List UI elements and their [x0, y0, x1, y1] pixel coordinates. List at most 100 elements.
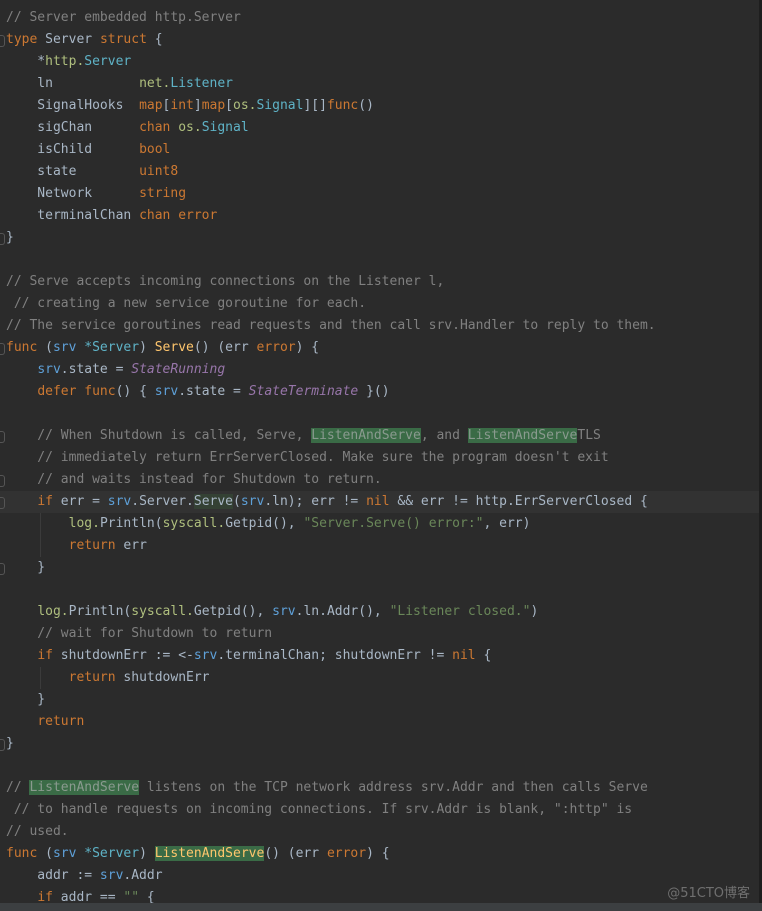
code-line[interactable]: func (srv *Server) Serve() (err error) { — [0, 337, 759, 359]
code-token: StateRunning — [131, 362, 226, 377]
code-line[interactable]: // to handle requests on incoming connec… — [0, 799, 759, 821]
code-line[interactable]: // used. — [0, 821, 759, 843]
code-line[interactable]: // Server embedded http.Server — [0, 7, 759, 29]
code-token: { — [139, 890, 155, 903]
fold-marker-icon[interactable] — [0, 35, 5, 47]
indent-guide — [40, 667, 41, 689]
code-token: err = — [52, 494, 108, 509]
code-token: shutdownErr := <- — [52, 648, 194, 663]
code-token: os. — [178, 120, 202, 135]
code-line[interactable]: isChild bool — [0, 139, 759, 161]
code-token: && err != http.ErrServerClosed { — [389, 494, 648, 509]
code-line[interactable]: if addr == "" { — [0, 887, 759, 903]
watermark: @51CTO博客 — [667, 886, 750, 901]
code-line[interactable]: func (srv *Server) ListenAndServe() (err… — [0, 843, 759, 865]
code-token: , err) — [483, 516, 531, 531]
code-line[interactable]: // Serve accepts incoming connections on… — [0, 271, 759, 293]
code-line[interactable]: type Server struct { — [0, 29, 759, 51]
code-line[interactable]: if err = srv.Server.Serve(srv.ln); err !… — [0, 491, 759, 513]
code-token: ][] — [303, 98, 327, 113]
code-line[interactable]: log.Println(syscall.Getpid(), "Server.Se… — [0, 513, 759, 535]
code-line[interactable]: // When Shutdown is called, Serve, Liste… — [0, 425, 759, 447]
code-token: isChild — [6, 142, 140, 157]
fold-marker-icon[interactable] — [0, 739, 5, 751]
code-token: net. — [139, 76, 171, 91]
fold-marker-icon[interactable] — [0, 431, 5, 443]
code-line[interactable]: sigChan chan os.Signal — [0, 117, 759, 139]
code-token: nil — [452, 648, 476, 663]
code-line[interactable]: terminalChan chan error — [0, 205, 759, 227]
code-token: srv — [52, 846, 77, 861]
code-token: type — [6, 32, 38, 47]
code-line[interactable]: defer func() { srv.state = StateTerminat… — [0, 381, 759, 403]
code-token: chan error — [139, 208, 218, 223]
code-line[interactable]: // wait for Shutdown to return — [0, 623, 759, 645]
code-token: // and waits instead for Shutdown to ret… — [6, 472, 382, 487]
fold-marker-icon[interactable] — [0, 233, 5, 245]
fold-marker-icon[interactable] — [0, 497, 5, 509]
code-token: .Addr — [123, 868, 163, 883]
code-token: srv — [52, 340, 77, 355]
code-token: syscall. — [131, 604, 194, 619]
code-token: Getpid(), — [193, 604, 273, 619]
code-token: ) — [139, 340, 155, 355]
code-token: chan — [139, 120, 171, 135]
code-token: .ln); err != — [264, 494, 367, 509]
code-line[interactable] — [0, 755, 759, 777]
fold-marker-icon[interactable] — [0, 343, 5, 355]
code-token: } — [6, 230, 14, 245]
code-line[interactable]: } — [0, 227, 759, 249]
code-token: ListenAndServe — [29, 780, 140, 795]
code-line[interactable]: return shutdownErr — [0, 667, 759, 689]
code-line[interactable]: // The service goroutines read requests … — [0, 315, 759, 337]
code-line[interactable]: srv.state = StateRunning — [0, 359, 759, 381]
code-token: map — [201, 98, 226, 113]
code-line[interactable]: } — [0, 557, 759, 579]
code-line[interactable] — [0, 249, 759, 271]
code-token: // When Shutdown is called, Serve, — [6, 428, 312, 443]
code-token: defer — [37, 384, 77, 399]
code-token: Server — [37, 32, 100, 47]
code-token: map — [139, 98, 163, 113]
code-token: { — [475, 648, 492, 663]
code-token: () { — [115, 384, 155, 399]
fold-marker-icon[interactable] — [0, 475, 5, 487]
code-line[interactable]: ln net.Listener — [0, 73, 759, 95]
code-token: StateTerminate — [248, 384, 359, 399]
code-token: if — [37, 890, 53, 903]
code-line[interactable]: return — [0, 711, 759, 733]
fold-marker-icon[interactable] — [0, 563, 5, 575]
code-token: SignalHooks — [6, 98, 140, 113]
code-editor[interactable]: // Server embedded http.Server type Serve… — [0, 7, 759, 903]
code-token: () (err — [193, 340, 257, 355]
code-line[interactable]: if shutdownErr := <-srv.terminalChan; sh… — [0, 645, 759, 667]
code-line[interactable]: *http.Server — [0, 51, 759, 73]
code-line[interactable]: // ListenAndServe listens on the TCP net… — [0, 777, 759, 799]
code-line[interactable] — [0, 579, 759, 601]
code-line[interactable]: SignalHooks map[int]map[os.Signal][]func… — [0, 95, 759, 117]
code-line[interactable]: addr := srv.Addr — [0, 865, 759, 887]
code-line[interactable]: return err — [0, 535, 759, 557]
code-token: () (err — [264, 846, 327, 861]
code-line[interactable] — [0, 403, 759, 425]
code-token: ListenAndServe — [154, 846, 265, 861]
code-token: Serve — [154, 340, 194, 355]
code-line[interactable]: // and waits instead for Shutdown to ret… — [0, 469, 759, 491]
code-line[interactable]: // creating a new service goroutine for … — [0, 293, 759, 315]
code-line[interactable]: Network string — [0, 183, 759, 205]
code-token: func — [84, 384, 116, 399]
code-token: .state = — [60, 362, 132, 377]
horizontal-scrollbar[interactable] — [0, 903, 762, 911]
code-line[interactable]: log.Println(syscall.Getpid(), srv.ln.Add… — [0, 601, 759, 623]
code-line[interactable]: } — [0, 689, 759, 711]
code-token: ) — [139, 846, 155, 861]
code-line[interactable]: state uint8 — [0, 161, 759, 183]
code-token: sigChan — [6, 120, 140, 135]
code-line[interactable]: } — [0, 733, 759, 755]
code-line[interactable]: // immediately return ErrServerClosed. M… — [0, 447, 759, 469]
code-token: Println( — [68, 604, 132, 619]
code-token: // used. — [6, 824, 69, 839]
